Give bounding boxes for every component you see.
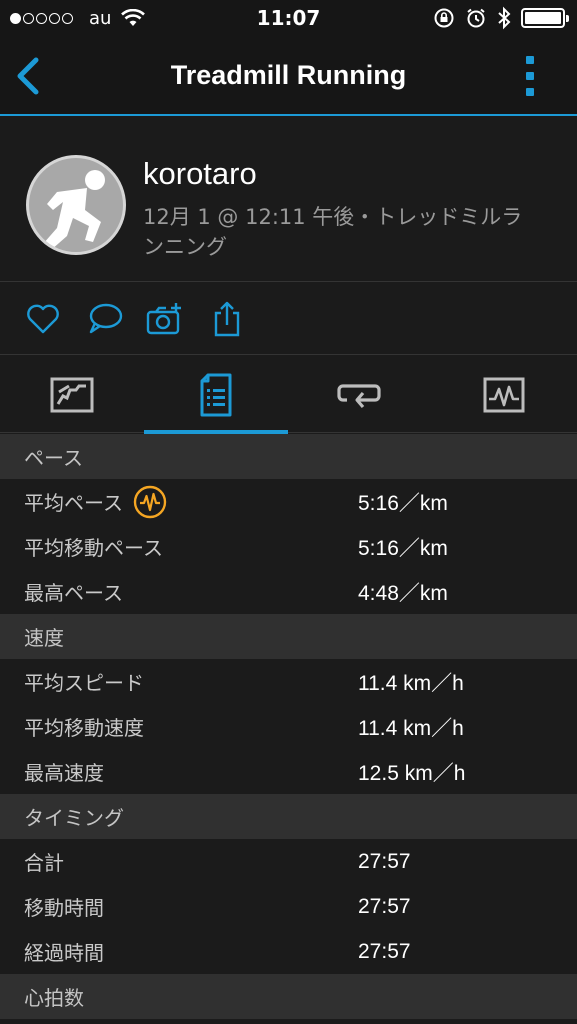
stat-value: 27:57 xyxy=(358,849,411,873)
battery-icon xyxy=(521,8,569,28)
stat-label-text: 平均ペース xyxy=(24,491,123,515)
tab-overview[interactable] xyxy=(0,356,144,433)
activity-header: korotaro 12月 1 @ 12:11 午後・トレッドミルランニング xyxy=(0,118,577,282)
stat-value: 27:57 xyxy=(358,894,411,918)
section-header-speed: 速度 xyxy=(0,614,577,659)
stat-row-avg-moving-speed: 平均移動速度 11.4 km／h xyxy=(0,704,577,749)
section-header-pace: ペース xyxy=(0,434,577,479)
rotation-lock-icon xyxy=(434,8,454,28)
laps-icon xyxy=(337,383,381,408)
stat-value: 27:57 xyxy=(358,939,411,963)
navigation-bar: Treadmill Running xyxy=(0,36,577,116)
comment-icon[interactable] xyxy=(86,301,124,337)
stat-label: 経過時間 xyxy=(24,941,104,965)
stat-row-total-time: 合計 27:57 xyxy=(0,839,577,884)
runner-icon xyxy=(43,170,105,250)
stat-label: 平均ペース xyxy=(24,485,167,519)
stat-row-max-speed: 最高速度 12.5 km／h xyxy=(0,749,577,794)
stat-row-elapsed-time: 経過時間 27:57 xyxy=(0,929,577,974)
heart-icon[interactable] xyxy=(24,301,62,337)
stat-value: 5:16／km xyxy=(358,491,448,515)
bluetooth-icon xyxy=(498,6,511,30)
tab-laps[interactable] xyxy=(288,356,432,433)
status-icons xyxy=(433,6,569,30)
stat-row-avg-moving-pace: 平均移動ペース 5:16／km xyxy=(0,524,577,569)
stat-value: 12.5 km／h xyxy=(358,761,466,785)
camera-add-icon[interactable] xyxy=(146,301,184,337)
heart-rate-badge-icon[interactable] xyxy=(133,485,167,519)
section-header-timing: タイミング xyxy=(0,794,577,839)
stat-label: 平均移動速度 xyxy=(24,716,144,740)
activity-tabs xyxy=(0,356,577,434)
page-title: Treadmill Running xyxy=(170,60,407,90)
status-bar: au 11:07 xyxy=(0,0,577,36)
details-icon xyxy=(200,373,232,416)
tab-chart[interactable] xyxy=(432,356,576,433)
stat-label: 最高ペース xyxy=(24,581,123,605)
stat-row-best-pace: 最高ペース 4:48／km xyxy=(0,569,577,614)
stat-label: 平均移動ペース xyxy=(24,536,163,560)
social-actions xyxy=(0,283,577,355)
stat-value: 11.4 km／h xyxy=(358,716,464,740)
stat-label: 平均スピード xyxy=(24,671,144,695)
overview-icon xyxy=(50,377,94,412)
stat-label: 合計 xyxy=(24,851,64,875)
section-header-heart-rate: 心拍数 xyxy=(0,974,577,1019)
share-icon[interactable] xyxy=(208,301,246,337)
stat-value: 11.4 km／h xyxy=(358,671,464,695)
stat-row-moving-time: 移動時間 27:57 xyxy=(0,884,577,929)
alarm-icon xyxy=(467,8,485,28)
stat-label: 最高速度 xyxy=(24,761,104,785)
stat-row-avg-speed: 平均スピード 11.4 km／h xyxy=(0,659,577,704)
stat-value: 4:48／km xyxy=(358,581,448,605)
stat-row-avg-pace: 平均ペース 5:16／km xyxy=(0,479,577,524)
user-name[interactable]: korotaro xyxy=(143,156,257,192)
chart-icon xyxy=(483,377,525,412)
stat-label: 移動時間 xyxy=(24,896,104,920)
more-vertical-icon[interactable] xyxy=(523,56,537,96)
stat-value: 5:16／km xyxy=(358,536,448,560)
activity-date-type: 12月 1 @ 12:11 午後・トレッドミルランニング xyxy=(143,205,523,259)
tab-details[interactable] xyxy=(144,356,288,434)
avatar[interactable] xyxy=(26,155,126,255)
